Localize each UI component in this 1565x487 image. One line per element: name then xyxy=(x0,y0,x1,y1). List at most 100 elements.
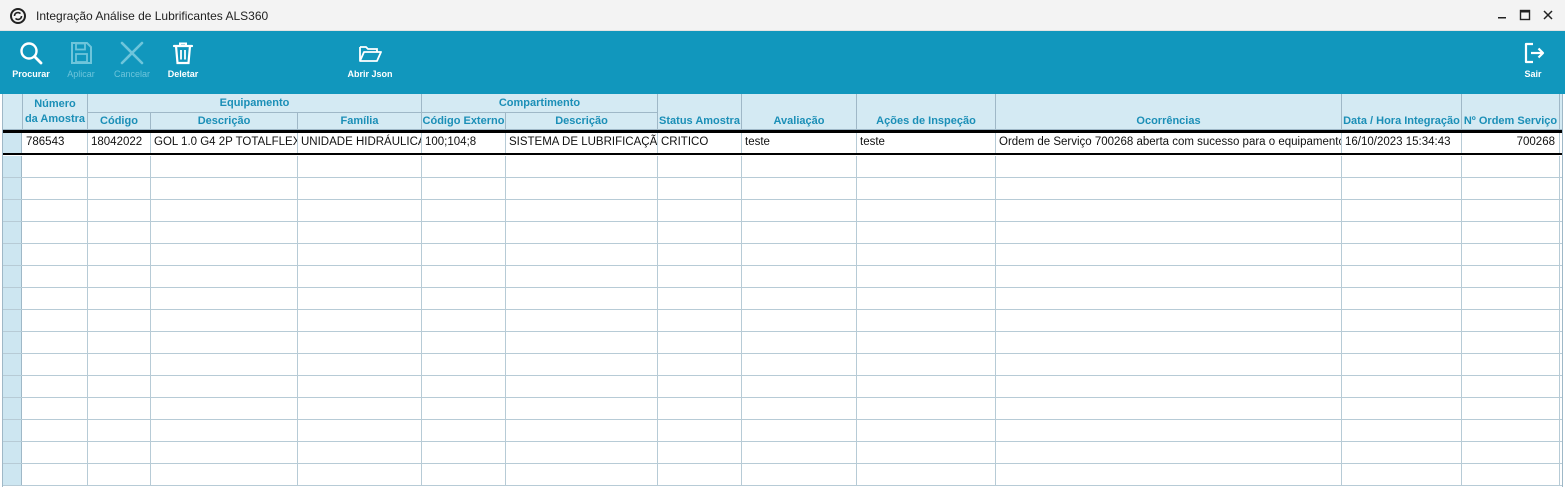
empty-cell[interactable] xyxy=(1342,464,1462,485)
empty-cell[interactable] xyxy=(422,420,506,441)
empty-cell[interactable] xyxy=(742,310,857,331)
header-ocorrencias[interactable]: Ocorrências xyxy=(996,94,1342,130)
empty-cell[interactable] xyxy=(658,442,742,463)
delete-button[interactable]: Deletar xyxy=(160,31,206,94)
empty-cell[interactable] xyxy=(857,200,996,221)
empty-cell[interactable] xyxy=(742,332,857,353)
empty-cell[interactable] xyxy=(506,222,658,243)
empty-table-row[interactable] xyxy=(3,200,1562,222)
empty-cell[interactable] xyxy=(658,420,742,441)
empty-cell[interactable] xyxy=(298,266,422,287)
empty-cell[interactable] xyxy=(422,156,506,177)
empty-cell[interactable] xyxy=(506,156,658,177)
empty-cell[interactable] xyxy=(298,398,422,419)
row-selector[interactable] xyxy=(3,420,22,441)
empty-cell[interactable] xyxy=(422,376,506,397)
empty-table-row[interactable] xyxy=(3,442,1562,464)
empty-cell[interactable] xyxy=(658,310,742,331)
header-data-hora[interactable]: Data / Hora Integração xyxy=(1342,94,1462,130)
empty-cell[interactable] xyxy=(88,420,151,441)
search-button[interactable]: Procurar xyxy=(8,31,54,94)
empty-table-row[interactable] xyxy=(3,376,1562,398)
empty-cell[interactable] xyxy=(742,376,857,397)
close-icon[interactable] xyxy=(1540,7,1556,23)
row-selector[interactable] xyxy=(3,178,22,199)
empty-cell[interactable] xyxy=(23,200,88,221)
empty-cell[interactable] xyxy=(151,244,298,265)
empty-cell[interactable] xyxy=(422,464,506,485)
empty-cell[interactable] xyxy=(1342,420,1462,441)
empty-cell[interactable] xyxy=(422,310,506,331)
empty-cell[interactable] xyxy=(23,442,88,463)
empty-cell[interactable] xyxy=(506,464,658,485)
empty-cell[interactable] xyxy=(1462,266,1560,287)
empty-cell[interactable] xyxy=(298,442,422,463)
header-equip-familia[interactable]: Família xyxy=(298,113,422,130)
empty-cell[interactable] xyxy=(23,244,88,265)
empty-cell[interactable] xyxy=(857,266,996,287)
empty-cell[interactable] xyxy=(996,442,1342,463)
empty-cell[interactable] xyxy=(742,244,857,265)
empty-cell[interactable] xyxy=(23,266,88,287)
empty-cell[interactable] xyxy=(506,420,658,441)
empty-cell[interactable] xyxy=(298,420,422,441)
empty-cell[interactable] xyxy=(298,354,422,375)
empty-cell[interactable] xyxy=(742,288,857,309)
empty-cell[interactable] xyxy=(151,354,298,375)
empty-cell[interactable] xyxy=(658,222,742,243)
row-selector[interactable] xyxy=(3,156,22,177)
empty-cell[interactable] xyxy=(996,420,1342,441)
header-numero-amostra[interactable]: Número da Amostra xyxy=(23,94,88,130)
empty-cell[interactable] xyxy=(996,178,1342,199)
maximize-icon[interactable] xyxy=(1517,7,1533,23)
empty-cell[interactable] xyxy=(506,398,658,419)
empty-cell[interactable] xyxy=(658,244,742,265)
empty-cell[interactable] xyxy=(996,398,1342,419)
empty-cell[interactable] xyxy=(658,332,742,353)
empty-cell[interactable] xyxy=(658,178,742,199)
empty-cell[interactable] xyxy=(857,178,996,199)
empty-cell[interactable] xyxy=(658,354,742,375)
table-row[interactable]: 786543 18042022 GOL 1.0 G4 2P TOTALFLEX … xyxy=(3,133,1562,155)
cell-equip-codigo[interactable]: 18042022 xyxy=(88,133,151,153)
empty-cell[interactable] xyxy=(742,420,857,441)
empty-table-row[interactable] xyxy=(3,244,1562,266)
empty-cell[interactable] xyxy=(742,156,857,177)
cell-comp-codigo-externo[interactable]: 100;104;8 xyxy=(422,133,506,153)
empty-table-row[interactable] xyxy=(3,464,1562,486)
empty-cell[interactable] xyxy=(88,464,151,485)
empty-cell[interactable] xyxy=(742,354,857,375)
empty-cell[interactable] xyxy=(1342,310,1462,331)
cell-comp-descricao[interactable]: SISTEMA DE LUBRIFICAÇÃO xyxy=(506,133,658,153)
empty-cell[interactable] xyxy=(422,244,506,265)
empty-cell[interactable] xyxy=(996,266,1342,287)
empty-cell[interactable] xyxy=(298,464,422,485)
empty-cell[interactable] xyxy=(1462,376,1560,397)
empty-cell[interactable] xyxy=(151,442,298,463)
empty-cell[interactable] xyxy=(857,288,996,309)
row-selector[interactable] xyxy=(3,332,22,353)
row-selector[interactable] xyxy=(3,442,22,463)
empty-cell[interactable] xyxy=(88,200,151,221)
empty-cell[interactable] xyxy=(996,156,1342,177)
empty-cell[interactable] xyxy=(1462,222,1560,243)
cell-ocorrencias[interactable]: Ordem de Serviço 700268 aberta com suces… xyxy=(996,133,1342,153)
header-equip-codigo[interactable]: Código xyxy=(88,113,151,130)
empty-cell[interactable] xyxy=(1342,376,1462,397)
empty-cell[interactable] xyxy=(23,398,88,419)
empty-cell[interactable] xyxy=(1462,200,1560,221)
empty-cell[interactable] xyxy=(1342,398,1462,419)
empty-cell[interactable] xyxy=(151,464,298,485)
empty-table-row[interactable] xyxy=(3,354,1562,376)
apply-button[interactable]: Aplicar xyxy=(58,31,104,94)
empty-table-row[interactable] xyxy=(3,398,1562,420)
cell-status[interactable]: CRITICO xyxy=(658,133,742,153)
cell-avaliacao[interactable]: teste xyxy=(742,133,857,153)
cell-ordem-servico[interactable]: 700268 xyxy=(1462,133,1560,153)
empty-cell[interactable] xyxy=(88,354,151,375)
empty-cell[interactable] xyxy=(422,222,506,243)
empty-cell[interactable] xyxy=(422,266,506,287)
empty-cell[interactable] xyxy=(658,156,742,177)
empty-cell[interactable] xyxy=(1342,156,1462,177)
empty-cell[interactable] xyxy=(1462,442,1560,463)
